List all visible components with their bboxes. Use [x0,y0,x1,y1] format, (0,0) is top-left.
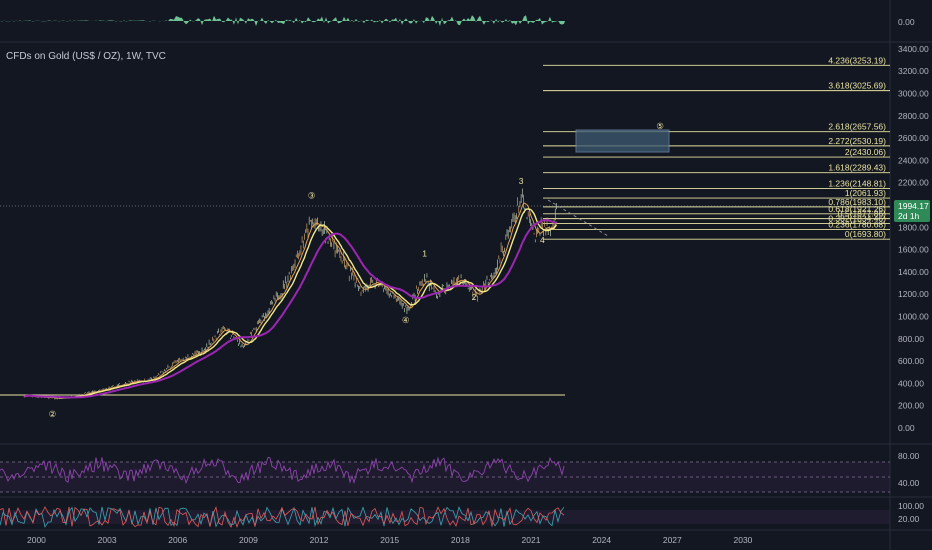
stoch-axis-100: 100.00 [898,501,924,511]
time-axis-label: 2012 [310,535,329,545]
current-price-value: 1994.17 [898,201,929,211]
trend-line-dashed[interactable] [547,199,609,237]
price-axis-label: 1000.00 [898,312,929,322]
wave-label: 2 [472,292,477,302]
volume-oscillator-area [0,15,565,27]
wave-label: ④ [402,315,410,325]
rsi-axis-80: 80.00 [898,451,920,461]
fib-level-label: 2.618(2657.56) [828,122,886,132]
wave-label: 3 [519,176,524,186]
wave-label: ③ [308,190,316,200]
price-axis-label: 600.00 [898,356,924,366]
moving-average-line [23,219,557,399]
price-axis-label: 3000.00 [898,89,929,99]
fib-level-label: 1.236(2148.81) [828,178,886,188]
rsi-axis-40: 40.00 [898,478,920,488]
price-axis-label: 0.00 [898,423,915,433]
fib-level-label: 4.236(3253.19) [828,55,886,65]
price-axis-label: 3400.00 [898,44,929,54]
top-pane-axis-label: 0.00 [898,17,915,27]
time-axis-label: 2006 [168,535,187,545]
fib-level-label: 3.618(3025.69) [828,81,886,91]
price-axis-label: 2200.00 [898,178,929,188]
fib-level-label: 2(2430.06) [845,147,886,157]
wave-label: ⑤ [656,121,664,131]
wave-label: 1 [422,248,427,258]
time-axis-label: 2021 [522,535,541,545]
price-axis-label: 1600.00 [898,245,929,255]
stoch-axis-20: 20.00 [898,514,920,524]
time-axis-label: 2024 [592,535,611,545]
wave-label: 4 [540,235,545,245]
wave-label: ② [49,409,57,419]
moving-average-line [23,202,557,399]
price-axis-label: 200.00 [898,401,924,411]
time-axis[interactable]: 2000 2003 2006 2009 2012 2015 2018 2021 2024 2027… [27,535,753,545]
elliott-wave-labels[interactable]: ② ③ ④ ⑤ 1 2 3 4 [49,121,665,419]
price-axis-label: 3200.00 [898,66,929,76]
bar-countdown: 2d 1h [898,211,920,221]
price-axis-label: 2600.00 [898,133,929,143]
time-axis-label: 2003 [98,535,117,545]
price-axis-label: 400.00 [898,378,924,388]
price-axis-label: 800.00 [898,334,924,344]
fib-level-label: 1.618(2289.43) [828,163,886,173]
price-axis-label: 1400.00 [898,267,929,277]
price-candles[interactable] [23,188,557,400]
price-axis[interactable]: 3400.00 3200.00 3000.00 2800.00 2600.00 2400.… [898,44,929,433]
volume-oscillator-pane[interactable] [0,15,565,27]
chart-canvas[interactable]: 0.00 80.00 40.00 100.00 20.00 3400.00320… [0,0,932,550]
time-axis-label: 2030 [734,535,753,545]
time-axis-label: 2027 [663,535,682,545]
price-axis-label: 1800.00 [898,222,929,232]
fib-level-label: 0(1693.80) [845,229,886,239]
time-axis-label: 2018 [451,535,470,545]
price-axis-label: 2800.00 [898,111,929,121]
moving-averages[interactable] [23,202,558,399]
time-axis-label: 2009 [239,535,258,545]
time-axis-label: 2015 [380,535,399,545]
price-axis-label: 2400.00 [898,155,929,165]
target-zone-box[interactable] [575,129,670,153]
price-axis-label: 1200.00 [898,289,929,299]
time-axis-label: 2000 [27,535,46,545]
fib-level-label: 0.236(1780.68) [828,219,886,229]
fib-level-label: 2.272(2530.19) [828,136,886,146]
